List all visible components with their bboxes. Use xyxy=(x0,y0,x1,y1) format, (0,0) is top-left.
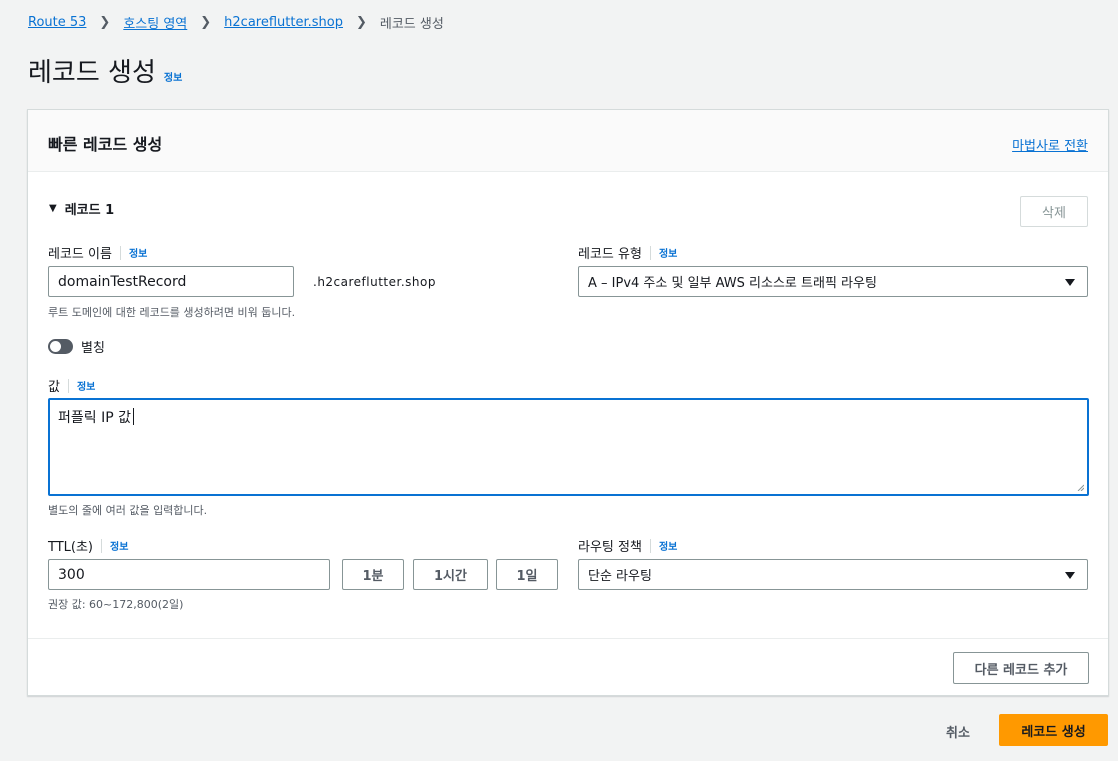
breadcrumb-hosted-zones[interactable]: 호스팅 영역 xyxy=(123,13,187,32)
ttl-1day-button[interactable]: 1일 xyxy=(496,559,558,590)
ttl-label-row: TTL(초) 정보 xyxy=(48,536,128,555)
chevron-right-icon: ❯ xyxy=(200,15,212,30)
record-name-label-row: 레코드 이름 정보 xyxy=(48,243,147,262)
text-cursor xyxy=(133,408,134,425)
cancel-button[interactable]: 취소 xyxy=(946,722,970,741)
caret-down-icon xyxy=(1065,279,1075,286)
record-name-info-link[interactable]: 정보 xyxy=(129,245,147,260)
switch-to-wizard-link[interactable]: 마법사로 전환 xyxy=(1012,135,1088,154)
chevron-right-icon: ❯ xyxy=(99,15,111,30)
ttl-label: TTL(초) xyxy=(48,540,93,555)
ttl-info-link[interactable]: 정보 xyxy=(110,538,128,553)
value-textarea[interactable]: 퍼플릭 IP 값 xyxy=(48,398,1089,496)
ttl-hint: 권장 값: 60~172,800(2일) xyxy=(48,598,184,611)
routing-label: 라우팅 정책 xyxy=(578,540,642,555)
caret-down-icon: ▼ xyxy=(49,203,57,214)
record-type-info-link[interactable]: 정보 xyxy=(659,245,677,260)
value-label: 값 xyxy=(48,380,60,395)
delete-record-button[interactable]: 삭제 xyxy=(1020,196,1088,227)
alias-toggle[interactable] xyxy=(48,339,73,354)
record-name-input[interactable]: domainTestRecord xyxy=(48,266,294,297)
chevron-right-icon: ❯ xyxy=(355,15,367,30)
record-expand-toggle[interactable]: ▼ 레코드 1 xyxy=(49,199,114,218)
panel-header: 빠른 레코드 생성 마법사로 전환 xyxy=(28,110,1108,172)
record-header: 레코드 1 xyxy=(64,203,115,218)
value-text: 퍼플릭 IP 값 xyxy=(58,410,131,426)
create-records-button[interactable]: 레코드 생성 xyxy=(999,714,1108,746)
panel-title: 빠른 레코드 생성 xyxy=(48,135,163,154)
ttl-1hour-button[interactable]: 1시간 xyxy=(413,559,488,590)
record-name-hint: 루트 도메인에 대한 레코드를 생성하려면 비워 둡니다. xyxy=(48,306,296,319)
page-info-link[interactable]: 정보 xyxy=(164,69,182,84)
page-header: 레코드 생성 정보 xyxy=(28,52,182,89)
record-type-select[interactable]: A – IPv4 주소 및 일부 AWS 리소스로 트래픽 라우팅 xyxy=(578,266,1088,297)
add-record-button[interactable]: 다른 레코드 추가 xyxy=(953,652,1089,684)
breadcrumb-domain[interactable]: h2careflutter.shop xyxy=(224,15,343,30)
record-type-label: 레코드 유형 xyxy=(578,247,642,262)
domain-suffix: .h2careflutter.shop xyxy=(313,275,436,289)
value-hint: 별도의 줄에 여러 값을 입력합니다. xyxy=(48,504,208,517)
routing-info-link[interactable]: 정보 xyxy=(659,538,677,553)
ttl-1min-button[interactable]: 1분 xyxy=(342,559,404,590)
resize-handle-icon[interactable] xyxy=(1076,483,1084,491)
record-type-label-row: 레코드 유형 정보 xyxy=(578,243,677,262)
caret-down-icon xyxy=(1065,572,1075,579)
record-name-label: 레코드 이름 xyxy=(48,247,112,262)
page-title: 레코드 생성 xyxy=(28,58,156,88)
breadcrumb-route53[interactable]: Route 53 xyxy=(28,15,86,30)
alias-row: 별칭 xyxy=(48,337,105,356)
quick-create-panel: 빠른 레코드 생성 마법사로 전환 ▼ 레코드 1 삭제 레코드 이름 정보 d… xyxy=(27,109,1109,696)
breadcrumb: Route 53 ❯ 호스팅 영역 ❯ h2careflutter.shop ❯… xyxy=(28,13,444,32)
routing-label-row: 라우팅 정책 정보 xyxy=(578,536,677,555)
ttl-input[interactable]: 300 xyxy=(48,559,330,590)
record-type-selected: A – IPv4 주소 및 일부 AWS 리소스로 트래픽 라우팅 xyxy=(588,276,877,291)
breadcrumb-current: 레코드 생성 xyxy=(379,17,444,32)
routing-policy-select[interactable]: 단순 라우팅 xyxy=(578,559,1088,590)
alias-label: 별칭 xyxy=(81,341,105,356)
panel-divider xyxy=(28,638,1108,639)
value-info-link[interactable]: 정보 xyxy=(77,378,95,393)
routing-selected: 단순 라우팅 xyxy=(588,569,652,584)
value-label-row: 값 정보 xyxy=(48,376,95,395)
